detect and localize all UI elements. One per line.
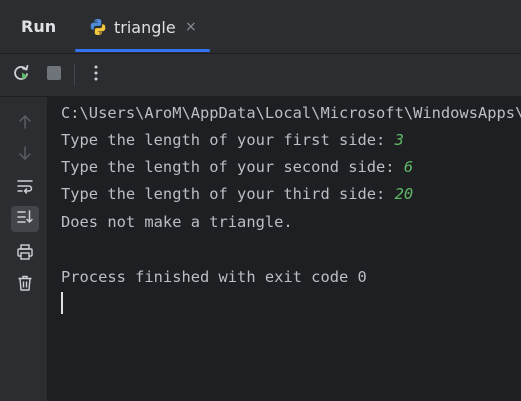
console-output[interactable]: C:\Users\AroM\AppData\Local\Microsoft\Wi…	[48, 97, 521, 401]
soft-wrap-icon	[16, 177, 34, 199]
stop-icon	[45, 64, 63, 86]
console-gutter	[0, 97, 48, 401]
run-toolbar	[0, 54, 521, 97]
arrow-down-icon	[16, 144, 34, 166]
console-input-value: 20	[394, 185, 414, 203]
more-button[interactable]	[84, 63, 108, 87]
console-path-line: C:\Users\AroM\AppData\Local\Microsoft\Wi…	[61, 104, 521, 122]
console-line: Type the length of your third side: 20	[61, 184, 413, 204]
down-arrow-button[interactable]	[11, 142, 39, 168]
console-result-line: Does not make a triangle.	[61, 213, 293, 231]
tab-triangle[interactable]: triangle ×	[75, 9, 210, 52]
tab-label: triangle	[114, 18, 176, 37]
tab-active-indicator	[75, 49, 210, 52]
text-caret	[61, 292, 63, 314]
console-prompt: Type the length of your first side:	[61, 131, 395, 149]
tool-window-title: Run	[21, 17, 57, 36]
close-icon[interactable]: ×	[185, 20, 197, 34]
stop-button[interactable]	[42, 63, 66, 87]
printer-icon	[16, 243, 34, 265]
trash-icon	[16, 274, 34, 296]
console-line: Type the length of your second side: 6	[61, 157, 413, 177]
console-prompt: Type the length of your third side:	[61, 185, 395, 203]
tool-window-header: Run triangle ×	[0, 0, 521, 54]
run-tool-window: Run triangle × C:\Users\AroM\AppData\Loc…	[0, 0, 521, 401]
clear-button[interactable]	[11, 272, 39, 298]
arrow-up-icon	[16, 113, 34, 135]
more-vertical-icon	[87, 64, 105, 86]
console-input-value: 6	[403, 158, 414, 176]
print-button[interactable]	[11, 241, 39, 267]
python-icon	[89, 18, 107, 36]
rerun-icon	[11, 63, 31, 87]
toolbar-separator	[74, 64, 75, 86]
rerun-button[interactable]	[9, 63, 33, 87]
up-arrow-button[interactable]	[11, 111, 39, 137]
scroll-to-end-icon	[16, 208, 34, 230]
scroll-to-end-button[interactable]	[11, 206, 39, 232]
console-prompt: Type the length of your second side:	[61, 158, 404, 176]
soft-wrap-button[interactable]	[11, 175, 39, 201]
console-input-value: 3	[394, 131, 404, 149]
console-exit-line: Process finished with exit code 0	[61, 268, 367, 286]
console-line: Type the length of your first side: 3	[61, 130, 404, 150]
